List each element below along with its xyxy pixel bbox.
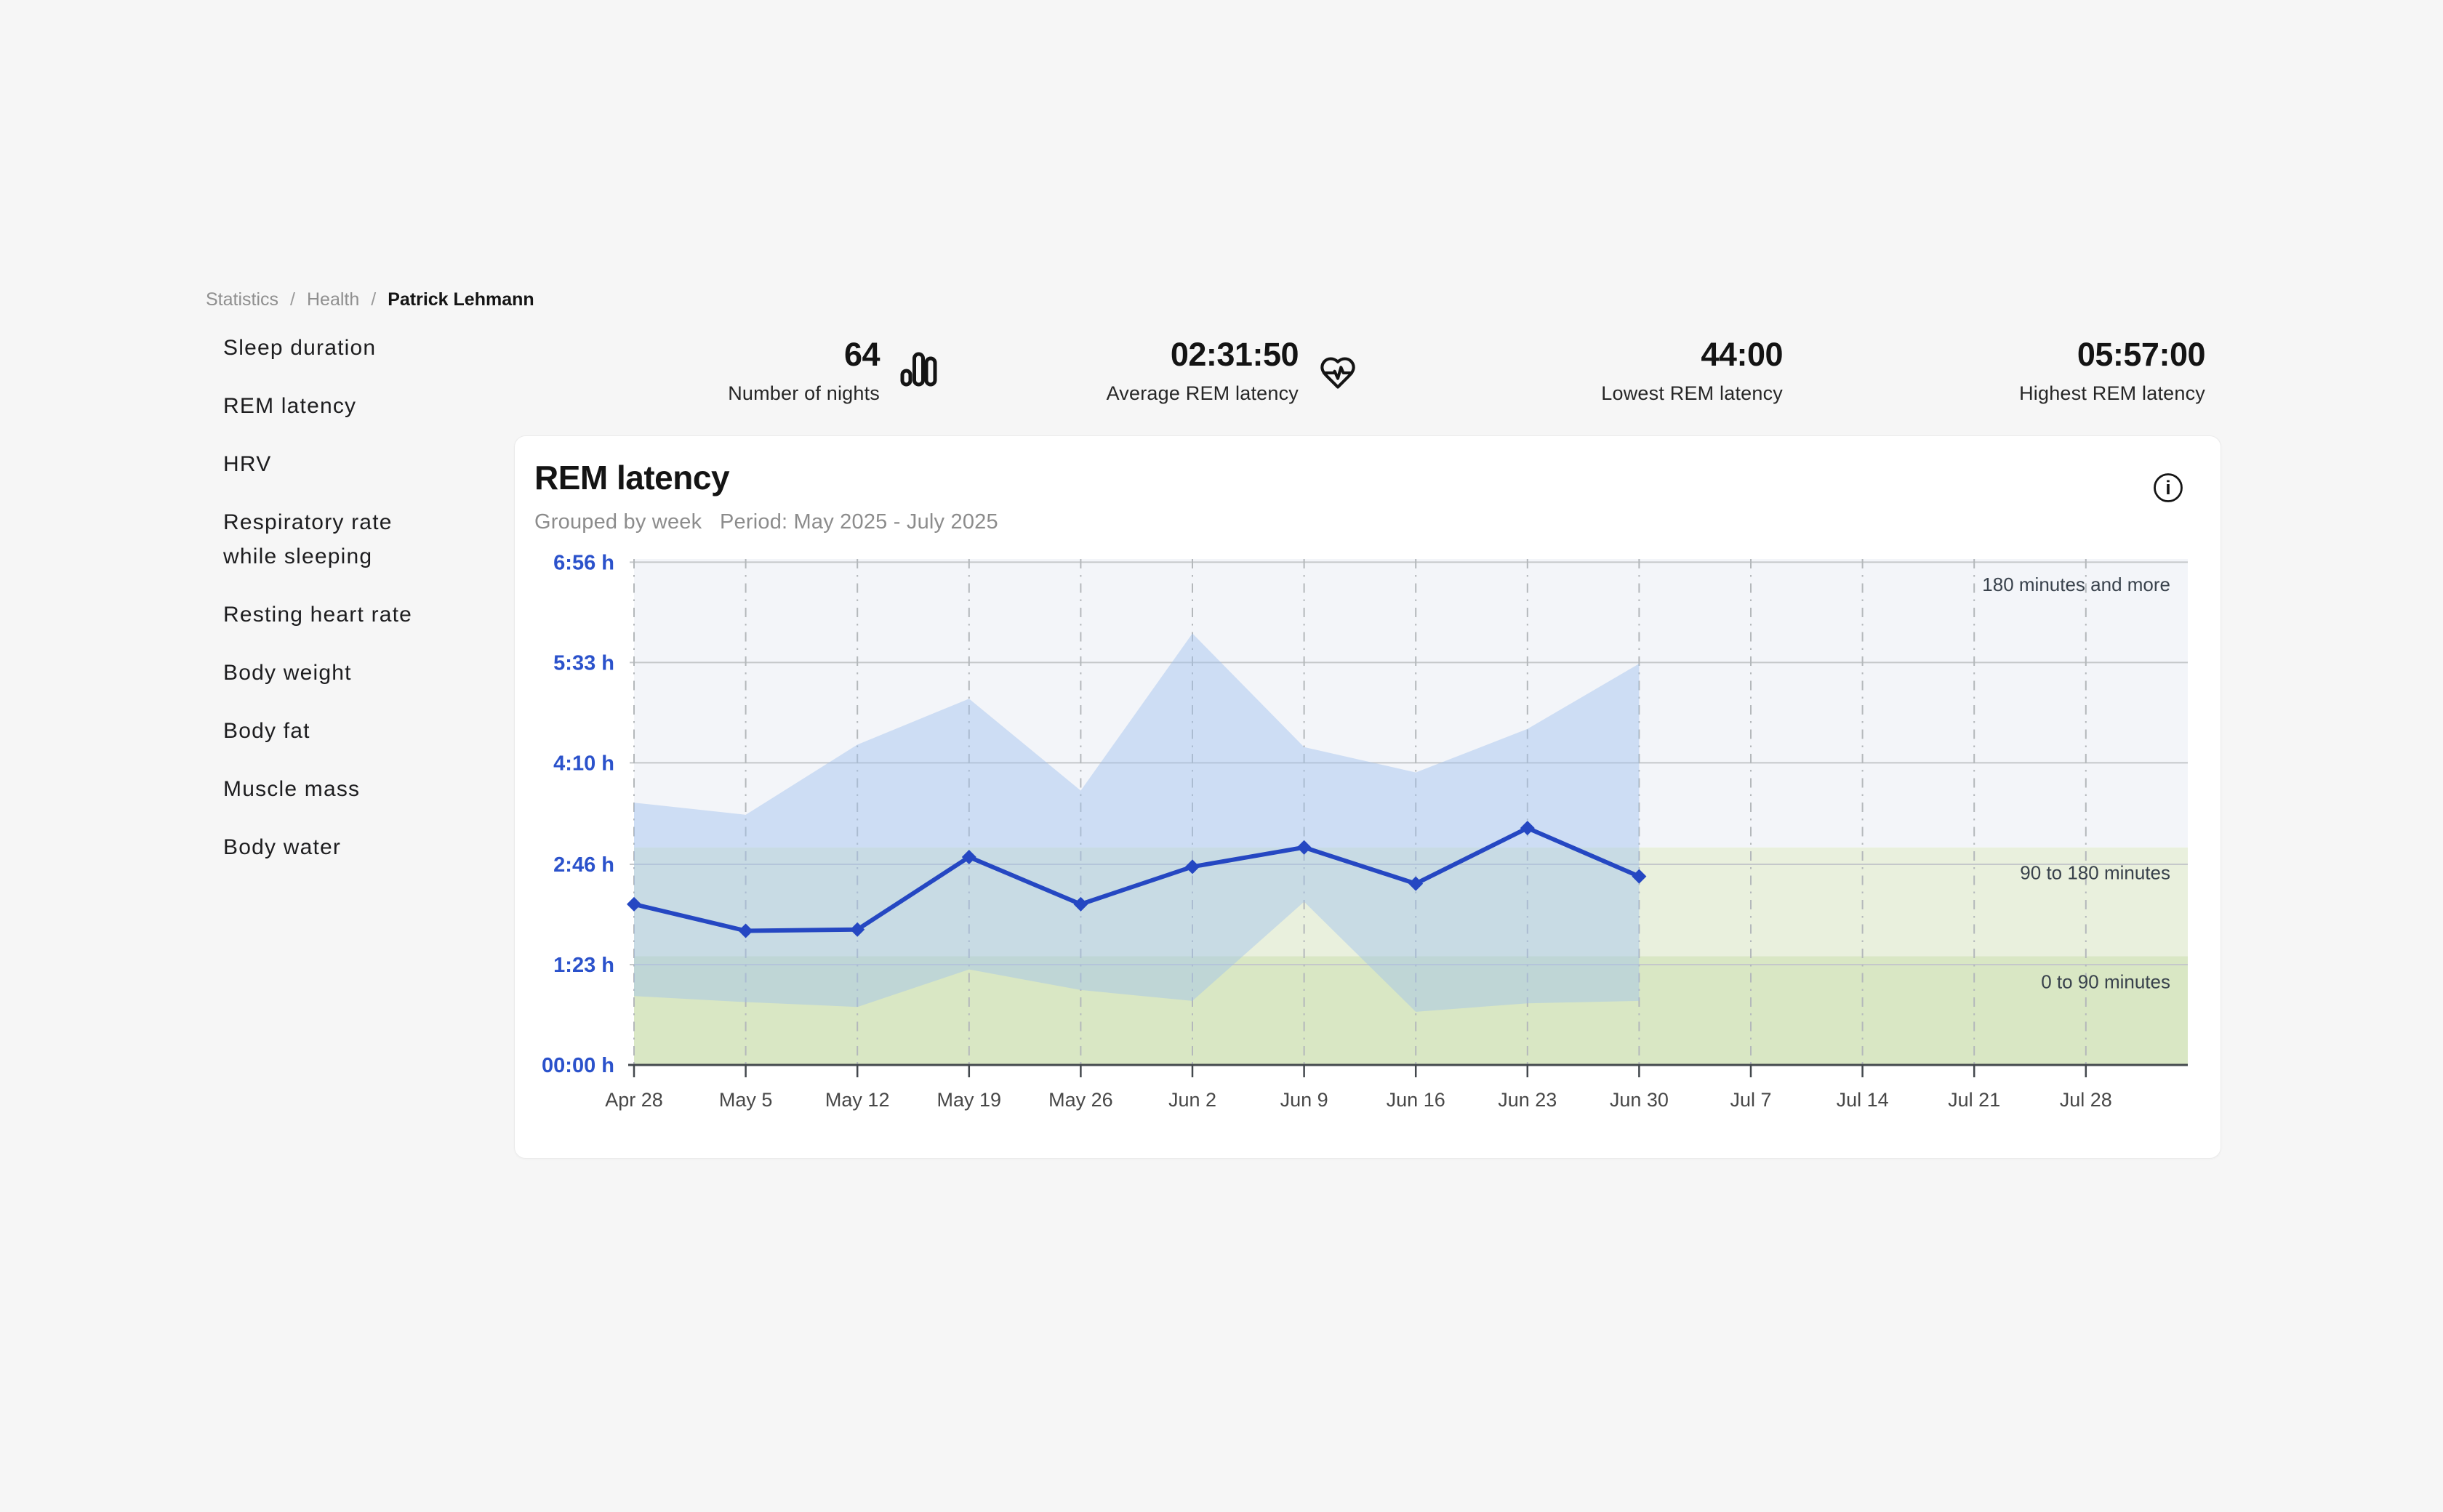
y-axis-label: 4:10 h (553, 752, 614, 775)
rem-latency-chart: Apr 28 May 5 May 12 May 19 May 26 Jun 2 Jun 9 J… (0, 0, 2443, 1512)
health-statistics-page: Statistics / Health / Patrick Lehmann Sl… (0, 0, 2443, 1512)
x-axis-label: Jun 23 (1498, 1089, 1557, 1111)
y-axis-label: 5:33 h (553, 651, 614, 675)
x-axis-label: Jul 21 (1948, 1089, 2000, 1111)
x-axis-label: Jun 2 (1168, 1089, 1216, 1111)
x-axis-label: Jun 16 (1387, 1089, 1445, 1111)
x-axis-label: Apr 28 (605, 1089, 663, 1111)
zone-label: 0 to 90 minutes (2041, 970, 2170, 992)
x-axis-label: May 5 (719, 1089, 773, 1111)
y-axis-label: 1:23 h (553, 954, 614, 977)
y-axis-label: 2:46 h (553, 853, 614, 877)
x-axis-label: Jun 30 (1610, 1089, 1669, 1111)
zone-label: 90 to 180 minutes (2020, 862, 2170, 884)
y-axis-label: 6:56 h (553, 551, 614, 574)
x-axis-label: Jun 9 (1280, 1089, 1328, 1111)
x-axis-label: May 26 (1048, 1089, 1113, 1111)
x-axis-label: Jul 28 (2060, 1089, 2112, 1111)
x-axis-label: May 19 (937, 1089, 1002, 1111)
x-axis-label: Jul 7 (1730, 1089, 1771, 1111)
x-axis-label: May 12 (825, 1089, 890, 1111)
y-axis-label: 00:00 h (542, 1054, 614, 1077)
zone-label: 180 minutes and more (1982, 574, 2170, 595)
x-axis-label: Jul 14 (1837, 1089, 1889, 1111)
